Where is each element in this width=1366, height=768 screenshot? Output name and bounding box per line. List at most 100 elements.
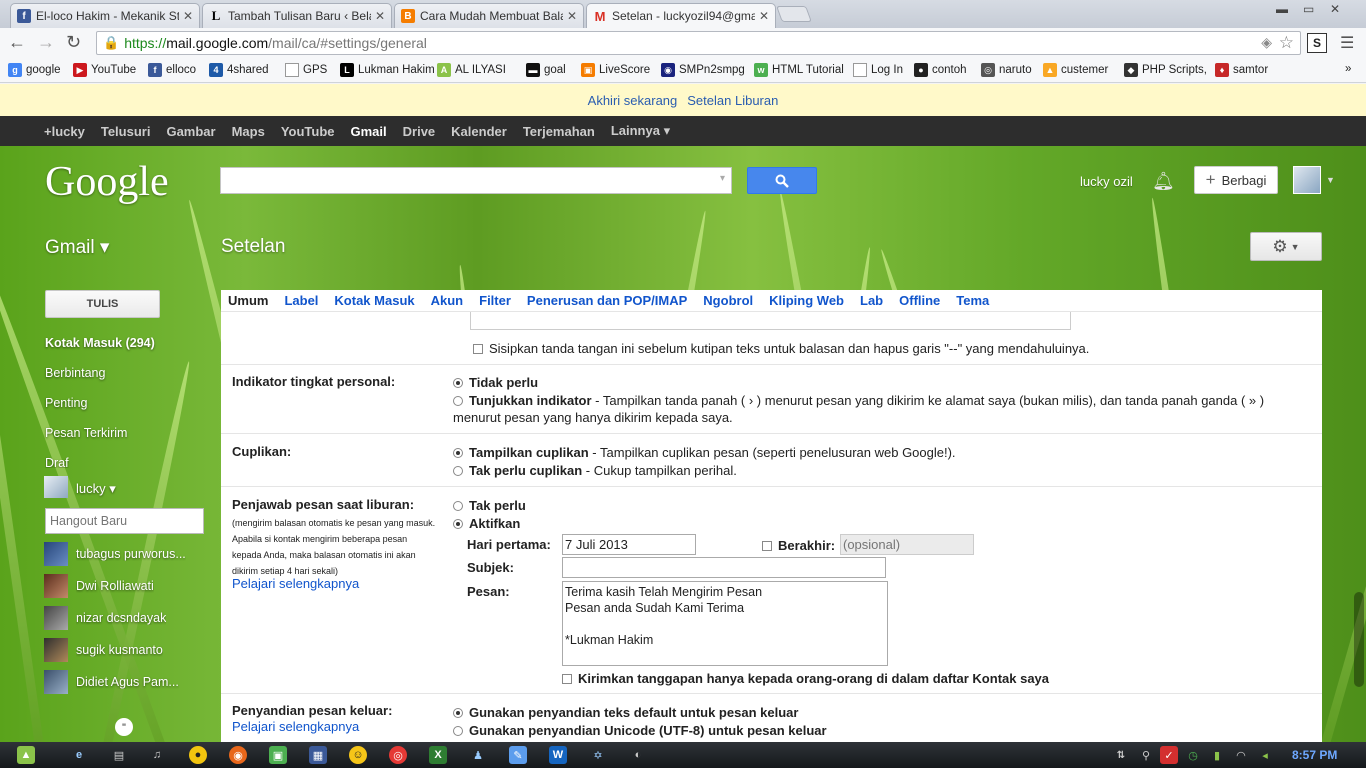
chrome-icon[interactable]: ◎ — [389, 746, 407, 764]
nav-item-starred[interactable]: Berbintang — [45, 366, 105, 380]
gbar-link-terjemahan[interactable]: Terjemahan — [515, 124, 603, 139]
translate-icon[interactable]: ◈ — [1261, 34, 1272, 51]
app-icon[interactable]: ✎ — [509, 746, 527, 764]
message-textarea[interactable] — [562, 581, 888, 666]
wifi-icon[interactable]: ◠ — [1232, 746, 1250, 764]
close-icon[interactable]: ✕ — [759, 9, 769, 23]
battery-icon[interactable]: ▮ — [1208, 746, 1226, 764]
close-icon[interactable]: ✕ — [183, 9, 193, 23]
start-android-icon[interactable]: ▲ — [17, 746, 35, 764]
search-button[interactable] — [747, 167, 817, 194]
settings-gear-button[interactable]: ⚙ ▼ — [1250, 232, 1322, 261]
bookmark-samtor[interactable]: ♦ samtor — [1215, 63, 1268, 77]
antivirus-icon[interactable]: ✓ — [1160, 746, 1178, 764]
end-vacation-link[interactable]: Akhiri sekarang — [588, 93, 678, 108]
radio-selected[interactable] — [453, 707, 463, 718]
media-icon[interactable]: ● — [189, 746, 207, 764]
app-icon[interactable]: ▦ — [309, 746, 327, 764]
gbar-link-telusuri[interactable]: Telusuri — [93, 124, 159, 139]
word-icon[interactable]: W — [549, 746, 567, 764]
vacation-settings-link[interactable]: Setelan Liburan — [687, 93, 778, 108]
bookmark-goal[interactable]: ▬ goal — [526, 63, 566, 77]
radio[interactable] — [453, 500, 463, 511]
bookmark-livescore[interactable]: ▣ LiveScore — [581, 63, 650, 77]
browser-tab-3[interactable]: B Cara Mudah Membuat Balasan ✕ — [394, 3, 584, 28]
radio-selected[interactable] — [453, 377, 463, 388]
radio-selected[interactable] — [453, 518, 463, 529]
vacation-on-option[interactable]: Aktifkan — [453, 515, 520, 532]
snippets-on-option[interactable]: Tampilkan cuplikan - Tampilkan cuplikan … — [453, 444, 956, 461]
browser-tab-2[interactable]: L Tambah Tulisan Baru ‹ Belajar ✕ — [202, 3, 392, 28]
app-icon[interactable]: ▣ — [269, 746, 287, 764]
compose-button[interactable]: TULIS — [45, 290, 160, 318]
bookmark-gps[interactable]: GPS — [285, 63, 327, 77]
reload-icon[interactable]: ↻ — [66, 32, 81, 52]
app-icon[interactable]: ◐ — [629, 746, 647, 764]
avatar[interactable] — [1293, 166, 1321, 194]
bookmark-al-ilyasi[interactable]: A AL ILYASI — [437, 63, 506, 77]
nav-item-drafts[interactable]: Draf — [45, 456, 69, 468]
browser-tab-4[interactable]: M Setelan - luckyozil94@gmail. ✕ — [586, 3, 776, 28]
tab-ngobrol[interactable]: Ngobrol — [703, 293, 753, 308]
share-button[interactable]: + Berbagi — [1194, 166, 1278, 194]
radio[interactable] — [453, 395, 463, 406]
tab-akun[interactable]: Akun — [431, 293, 464, 308]
radio-selected[interactable] — [453, 447, 463, 458]
gbar-link-lucky[interactable]: +lucky — [36, 124, 93, 139]
forward-icon[interactable]: → — [37, 32, 55, 52]
contact-item[interactable]: Didiet Agus Pam... — [44, 669, 209, 695]
bookmark-lukman-hakim[interactable]: L Lukman Hakim — [340, 63, 435, 77]
network-arrows-icon[interactable]: ⇅ — [1112, 746, 1130, 764]
window-close-icon[interactable]: ✕ — [1330, 2, 1340, 16]
menu-icon[interactable]: ☰ — [1340, 33, 1354, 53]
subject-input[interactable] — [562, 557, 886, 578]
encoding-default-option[interactable]: Gunakan penyandian teks default untuk pe… — [453, 704, 798, 721]
minimize-icon[interactable]: ▬ — [1276, 2, 1288, 16]
signature-insert-option[interactable]: Sisipkan tanda tangan ini sebelum kutipa… — [473, 340, 1089, 357]
nav-item-inbox[interactable]: Kotak Masuk (294) — [45, 336, 155, 350]
learn-more-link[interactable]: Pelajari selengkapnya — [232, 576, 359, 591]
tab-filter[interactable]: Filter — [479, 293, 511, 308]
tab-kotak-masuk[interactable]: Kotak Masuk — [334, 293, 414, 308]
bookmark-star-icon[interactable]: ☆ — [1279, 33, 1294, 53]
hangouts-me[interactable]: lucky ▾ — [76, 481, 116, 497]
tab-umum[interactable]: Umum — [228, 293, 268, 308]
contact-item[interactable]: sugik kusmanto — [44, 637, 209, 663]
tab-tema[interactable]: Tema — [956, 293, 989, 308]
google-logo[interactable]: Google — [45, 158, 169, 206]
back-icon[interactable]: ← — [8, 32, 26, 52]
learn-more-link[interactable]: Pelajari selengkapnya — [232, 719, 359, 734]
checkbox[interactable] — [473, 343, 483, 354]
encoding-utf8-option[interactable]: Gunakan penyandian Unicode (UTF-8) untuk… — [453, 722, 827, 739]
bookmark-google[interactable]: g google — [8, 63, 61, 77]
nav-item-sent[interactable]: Pesan Terkirim — [45, 426, 127, 440]
address-bar[interactable]: 🔒 https:// mail.google.com /mail/ca/#set… — [96, 31, 1301, 55]
end-date-input[interactable] — [840, 534, 974, 555]
tab-kliping-web[interactable]: Kliping Web — [769, 293, 844, 308]
first-day-input[interactable] — [562, 534, 696, 555]
end-date-option[interactable]: Berakhir: — [762, 537, 835, 554]
checkbox[interactable] — [562, 673, 572, 684]
indicator-on-option[interactable]: Tunjukkan indikator - Tampilkan tanda pa… — [453, 392, 1303, 426]
app-icon[interactable]: ✡ — [589, 746, 607, 764]
contacts-only-option[interactable]: Kirimkan tanggapan hanya kepada orang-or… — [562, 670, 1049, 687]
new-tab-button[interactable] — [776, 6, 812, 22]
volume-icon[interactable]: ◂ — [1256, 746, 1274, 764]
search-input[interactable] — [220, 167, 732, 194]
close-icon[interactable]: ✕ — [567, 9, 577, 23]
nav-item-important[interactable]: Penting — [45, 396, 87, 410]
snippets-off-option[interactable]: Tak perlu cuplikan - Cukup tampilkan per… — [453, 462, 737, 479]
hangouts-bubble-icon[interactable]: " — [115, 718, 133, 736]
gbar-link-lainnya[interactable]: Lainnya ▾ — [603, 123, 678, 139]
bookmarks-overflow-icon[interactable]: » — [1345, 63, 1351, 75]
chevron-down-icon[interactable]: ▼ — [1326, 175, 1335, 185]
folder-icon[interactable]: ▤ — [110, 746, 128, 764]
bookmark-php-scripts[interactable]: ◆ PHP Scripts, — [1124, 63, 1207, 77]
gbar-link-gmail[interactable]: Gmail — [343, 124, 395, 139]
new-hangout-input[interactable] — [45, 508, 204, 534]
ie-icon[interactable]: e — [70, 746, 88, 764]
notification-bell-icon[interactable]: 🔔︎ — [1152, 171, 1175, 192]
browser-tab-1[interactable]: f El-loco Hakim - Mekanik Staff ✕ — [10, 3, 200, 28]
scrollbar-thumb[interactable] — [1354, 592, 1364, 687]
bookmark-contoh[interactable]: ● contoh — [914, 63, 967, 77]
